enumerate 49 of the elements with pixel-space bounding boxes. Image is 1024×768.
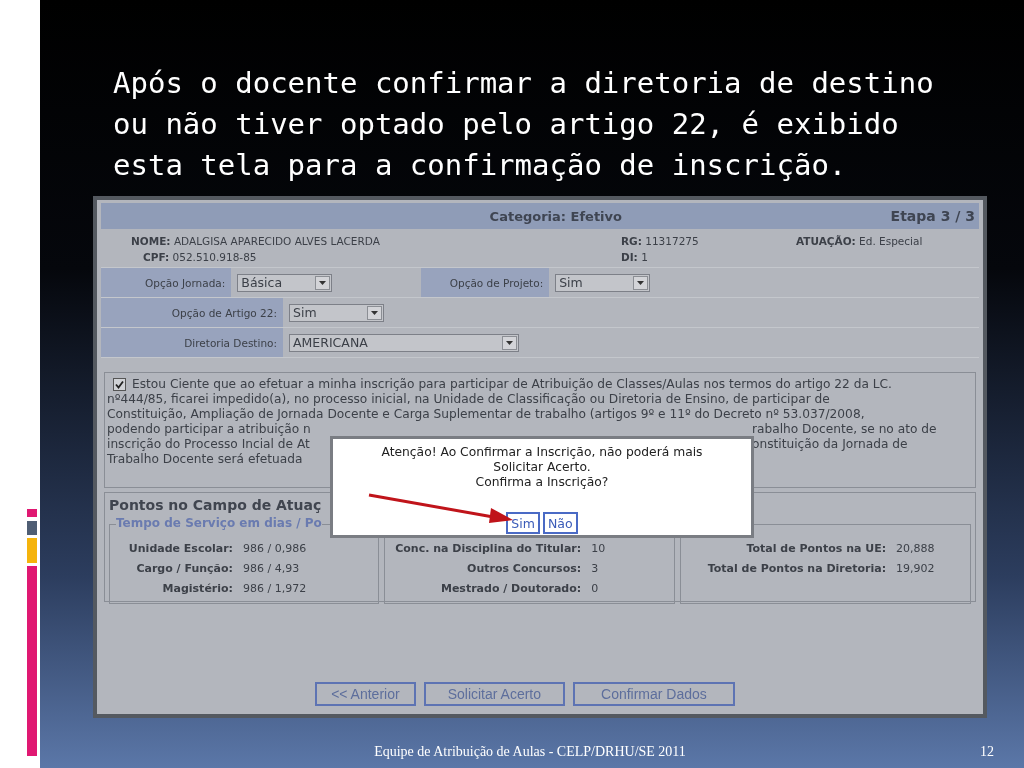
points-label: Mestrado / Doutorado: (439, 582, 582, 595)
points-value: 3 (591, 562, 600, 575)
field-label: Opção de Artigo 22: (101, 298, 283, 327)
points-label: Conc. na Disciplina do Titular: (394, 542, 582, 555)
agreement-text: nº444/85, ficarei impedido(a), no processo inicial, na Unidade de Classificação ou Diretoria de Ensino, de participar de (107, 392, 830, 407)
info-text: NOME: ADALGISA APARECIDO ALVES LACERDA (131, 235, 381, 247)
slide-title: Após o docente confirmar a diretoria de destino ou não tiver optado pelo artigo 22, é exibido esta tela para a confirmação de inscrição. (112, 65, 935, 184)
page-number: 12 (980, 744, 994, 760)
points-value: 19,902 (896, 562, 936, 575)
checkbox[interactable] (113, 378, 126, 391)
agreement-text: Trabalho Docente será efetuada (107, 452, 303, 467)
agreement-text: Estou Ciente que ao efetuar a minha inscrição para participar de Atribuição de Classes/Aulas nos termos do artigo 22 da LC. (107, 377, 892, 392)
info-text: CPF: 052.510.918-85 (142, 251, 258, 263)
select-field[interactable]: Básica (237, 273, 333, 292)
field-label: Diretoria Destino: (101, 328, 283, 357)
points-value: 0 (591, 582, 600, 595)
points-value: 10 (591, 542, 607, 555)
step-label: Etapa 3 / 3 (890, 208, 976, 224)
category-label: Categoria: Efetivo (488, 208, 623, 224)
slide-footer: Equipe de Atribuição de Aulas - CELP/DRHU/SE 2011 (40, 744, 980, 760)
info-text: ATUAÇÃO: Ed. Especial (796, 235, 924, 247)
points-value: 986 / 0,986 (243, 542, 308, 555)
info-text: RG: 11317275 (621, 235, 700, 247)
points-label: Magistério: (161, 582, 233, 595)
points-label: Outros Concursos: (466, 562, 582, 575)
select-field[interactable]: Sim (289, 303, 384, 322)
field-label: Opção de Projeto: (421, 268, 550, 297)
select-field[interactable]: Sim (555, 273, 651, 292)
dialog-button[interactable]: Não (542, 512, 578, 534)
agreement-text: podendo participar a atribuição n (107, 422, 311, 437)
dialog-message: Atenção! Ao Confirmar a Inscrição, não poderá mais Solicitar Acerto. Confirma a Inscrição? (381, 445, 703, 490)
agreement-text: inscrição do Processo Incial de At (107, 437, 310, 452)
agreement-text: onstituição da Jornada de (752, 437, 908, 452)
points-value: 986 / 1,972 (243, 582, 308, 595)
arrow-icon (368, 493, 513, 523)
points-label: Total de Pontos na Diretoria: (706, 562, 887, 575)
points-label: Cargo / Função: (135, 562, 233, 575)
select-field[interactable]: AMERICANA (289, 333, 519, 352)
points-label: Total de Pontos na UE: (745, 542, 887, 555)
points-sublegend: Tempo de Serviço em dias / Po (116, 516, 322, 530)
agreement-text: rabalho Docente, se no ato de (752, 422, 937, 437)
dialog-button[interactable]: Sim (506, 512, 540, 534)
field-label: Opção Jornada: (101, 268, 232, 297)
agreement-text: Constituição, Ampliação de Jornada Docente e Carga Suplementar de trabalho (artigos 9º e 11º do Decreto nº 53.037/2008, (107, 407, 865, 422)
info-text: DI: 1 (621, 251, 649, 263)
points-legend: Pontos no Campo de Atuaç (109, 497, 322, 513)
points-value: 986 / 4,93 (243, 562, 301, 575)
points-value: 20,888 (896, 542, 936, 555)
points-label: Unidade Escolar: (127, 542, 233, 555)
